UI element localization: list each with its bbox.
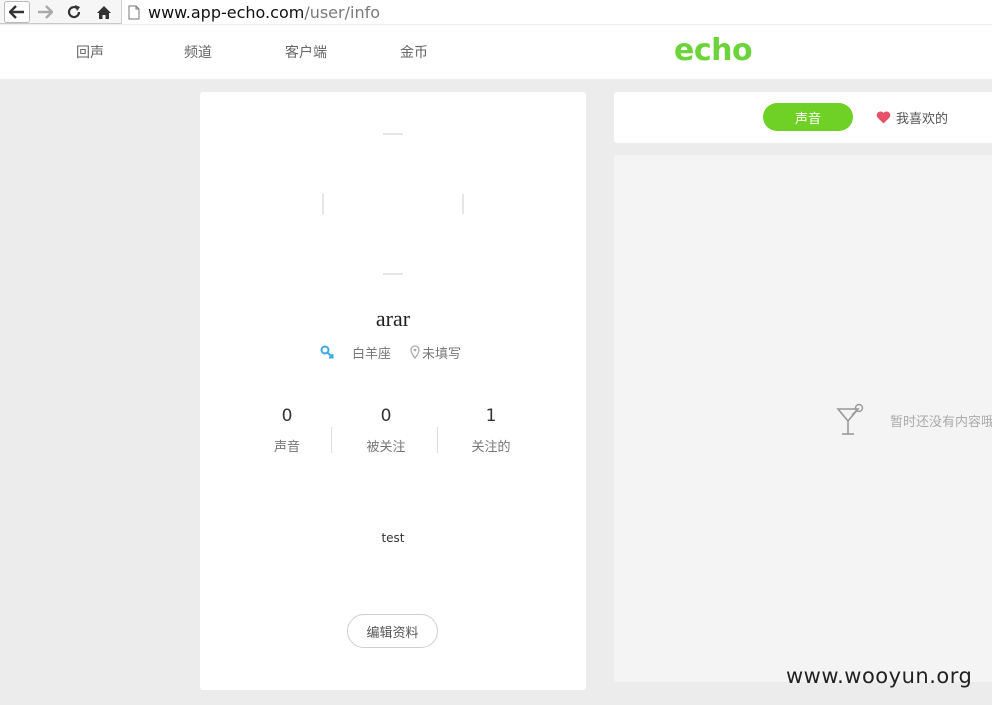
forward-button[interactable] (32, 1, 58, 23)
tab-likes-label: 我喜欢的 (896, 112, 949, 127)
heart-icon (876, 111, 891, 124)
address-bar[interactable]: www.app-echo.com/user/info (121, 0, 992, 24)
nav-client[interactable]: 客户端 (285, 25, 327, 79)
male-gender-icon (320, 345, 334, 359)
nav-coins[interactable]: 金币 (400, 25, 428, 79)
profile-meta: 白羊座 未填写 (200, 343, 586, 363)
stat-followers[interactable]: 0 被关注 (336, 406, 436, 455)
username: arar (375, 306, 411, 331)
stat-divider (437, 427, 438, 453)
stat-voices-count: 0 (281, 406, 293, 426)
content-area: 暂时还没有内容哦 (614, 155, 992, 682)
echo-logo[interactable]: echo (674, 33, 753, 68)
nav-huisheng[interactable]: 回声 (76, 25, 104, 79)
back-arrow-icon (9, 5, 24, 19)
home-icon (97, 5, 111, 19)
profile-card: arar 白羊座 未填写 0 声音 0 被关注 1 关注的 test 编辑资料 (200, 92, 586, 690)
site-header: 回声 频道 客户端 金币 echo (0, 25, 992, 79)
location-pin-icon (410, 345, 420, 359)
cocktail-glass-icon (836, 403, 864, 435)
stat-followers-count: 0 (380, 406, 392, 426)
stat-voices-label: 声音 (273, 440, 300, 455)
stat-following-label: 关注的 (471, 440, 511, 455)
stat-following-count: 1 (485, 406, 497, 426)
url-host: www.app-echo.com (148, 2, 305, 22)
nav-pindao[interactable]: 频道 (184, 25, 212, 79)
back-button[interactable] (4, 1, 30, 23)
stat-voices[interactable]: 0 声音 (237, 406, 337, 455)
forward-arrow-icon (38, 5, 53, 19)
browser-toolbar: www.app-echo.com/user/info (0, 0, 992, 24)
location-text: 未填写 (422, 347, 462, 362)
stat-following[interactable]: 1 关注的 (441, 406, 541, 455)
url-text: www.app-echo.com/user/info (148, 3, 380, 22)
zodiac-sign: 白羊座 (352, 347, 392, 362)
watermark: www.wooyun.org (786, 664, 973, 688)
stat-divider (331, 427, 332, 453)
home-button[interactable] (91, 1, 117, 23)
stat-followers-label: 被关注 (366, 440, 406, 455)
empty-state-text: 暂时还没有内容哦 (890, 415, 992, 430)
content-tabs: 声音 我喜欢的 (614, 92, 992, 143)
reload-button[interactable] (61, 1, 87, 23)
reload-icon (67, 5, 81, 19)
tab-likes[interactable]: 我喜欢的 (876, 92, 948, 143)
page-icon (128, 5, 140, 19)
edit-profile-button[interactable]: 编辑资料 (347, 614, 438, 648)
url-path: /user/info (304, 2, 380, 22)
profile-bio: test (381, 531, 405, 545)
avatar[interactable] (322, 133, 464, 275)
tab-voices[interactable]: 声音 (763, 103, 853, 131)
